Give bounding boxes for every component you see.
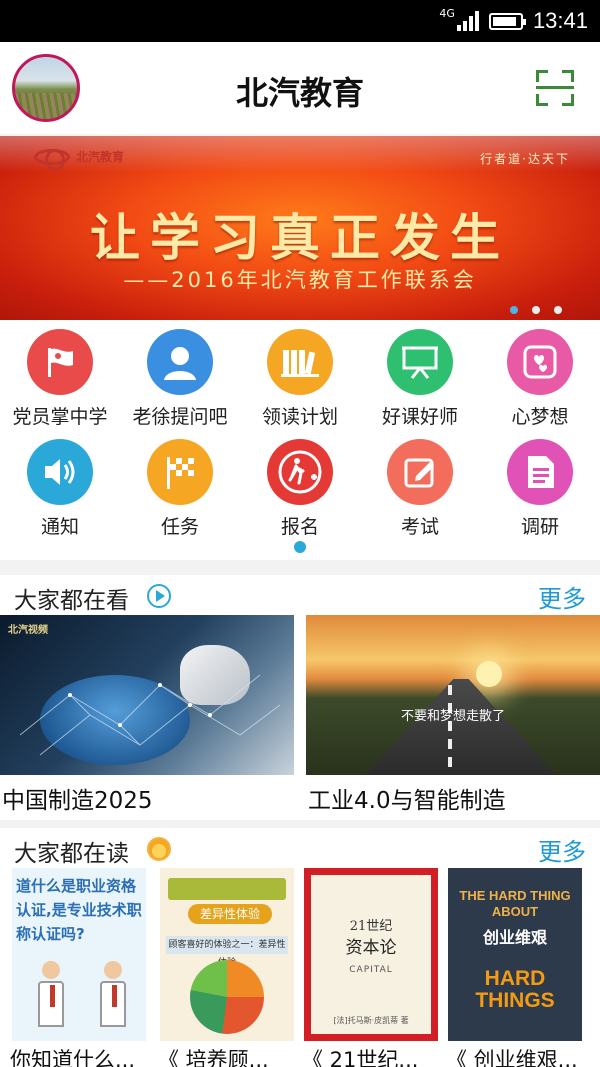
- speaker-icon[interactable]: [27, 439, 93, 505]
- function-item[interactable]: 党员掌中学: [0, 323, 120, 431]
- section-title-reading: 大家都在读: [14, 841, 129, 867]
- function-item[interactable]: 领读计划: [240, 323, 360, 431]
- video-thumbnail[interactable]: 北汽视频: [0, 615, 294, 775]
- section-watching-header: 大家都在看 更多: [0, 575, 600, 617]
- function-label: 调研: [520, 516, 559, 538]
- banner-headline: 让学习真正发生: [90, 208, 510, 267]
- banner-carousel[interactable]: 北汽教育 行者道·达天下 让学习真正发生 ——2016年北汽教育工作联系会: [0, 136, 600, 320]
- function-label: 报名: [280, 516, 319, 538]
- function-item[interactable]: 心梦想: [480, 323, 600, 431]
- video-title[interactable]: 中国制造2025: [2, 781, 153, 815]
- hearts-icon[interactable]: [507, 329, 573, 395]
- app-header: 北汽教育: [0, 42, 600, 134]
- carousel-dot: [554, 306, 562, 314]
- baic-logo-icon: [34, 148, 70, 171]
- walk-plus-icon[interactable]: [267, 439, 333, 505]
- function-item[interactable]: 报名: [240, 433, 360, 541]
- carousel-indicator: [510, 306, 562, 314]
- function-label: 心梦想: [511, 406, 569, 428]
- play-icon: [147, 584, 171, 608]
- function-item[interactable]: 老徐提问吧: [120, 323, 240, 431]
- book-cover[interactable]: THE HARD THING ABOUT 创业维艰 HARD THINGS: [448, 868, 582, 1041]
- function-label: 老徐提问吧: [132, 406, 228, 428]
- checkered-flag-icon[interactable]: [147, 439, 213, 505]
- thumbnail-caption: 不要和梦想走散了: [400, 709, 505, 724]
- book-cover[interactable]: 21世纪 资本论 CAPITAL [法]托马斯·皮凯蒂 著: [304, 868, 438, 1041]
- presentation-icon[interactable]: [387, 329, 453, 395]
- function-label: 好课好师: [381, 406, 458, 428]
- function-item[interactable]: 好课好师: [360, 323, 480, 431]
- function-label: 通知: [40, 516, 79, 538]
- clock: 13:41: [532, 8, 588, 33]
- book-title[interactable]: 你知道什么...: [10, 1044, 135, 1067]
- edit-icon[interactable]: [387, 439, 453, 505]
- function-grid: 党员掌中学 老徐提问吧 领读计划 好课好师 心梦想通知 任务 报名 考试 调研: [0, 320, 600, 560]
- reading-list: 道什么是职业资格认证,是专业技术职称认证吗? 你知道什么... 差异性体验 顾客…: [0, 868, 600, 1067]
- watching-more-link[interactable]: 更多: [538, 579, 586, 614]
- function-item[interactable]: 任务: [120, 433, 240, 541]
- function-item[interactable]: 调研: [480, 433, 600, 541]
- video-title[interactable]: 工业4.0与智能制造: [308, 781, 506, 815]
- carousel-dot: [532, 306, 540, 314]
- section-reading-header: 大家都在读 更多: [0, 828, 600, 870]
- video-thumbnail[interactable]: 不要和梦想走散了: [306, 615, 600, 775]
- function-item[interactable]: 通知: [0, 433, 120, 541]
- book-cover[interactable]: 道什么是职业资格认证,是专业技术职称认证吗?: [12, 868, 146, 1041]
- books-icon[interactable]: [267, 329, 333, 395]
- function-label: 党员掌中学: [12, 406, 108, 428]
- network-type: 4G: [439, 6, 455, 20]
- person-icon[interactable]: [147, 329, 213, 395]
- function-item[interactable]: 考试: [360, 433, 480, 541]
- book-title[interactable]: 《 创业维艰...: [446, 1044, 578, 1067]
- signal-icon: [456, 11, 479, 31]
- watching-list: 北汽视频 中国制造2025 不要和梦想走散了 工业4.0与智能制造: [0, 615, 600, 820]
- sun-icon: [147, 837, 171, 861]
- function-label: 考试: [400, 516, 439, 538]
- function-label: 任务: [160, 516, 199, 538]
- book-title[interactable]: 《 培养顾...: [158, 1044, 269, 1067]
- carousel-dot: [510, 306, 518, 314]
- party-flag-icon[interactable]: [27, 329, 93, 395]
- function-label: 领读计划: [261, 406, 338, 428]
- banner-subline: ——2016年北汽教育工作联系会: [123, 268, 477, 292]
- app-title: 北汽教育: [235, 74, 364, 112]
- banner-logo: 北汽教育: [34, 148, 124, 171]
- reading-more-link[interactable]: 更多: [538, 832, 586, 867]
- book-cover[interactable]: 差异性体验 顾客喜好的体验之一：差异性体验: [160, 868, 294, 1041]
- battery-icon: [488, 12, 526, 30]
- status-bar: 4G 13:41: [0, 0, 600, 42]
- scan-icon[interactable]: [536, 70, 574, 106]
- banner-slogan: 行者道·达天下: [480, 152, 570, 166]
- document-icon[interactable]: [507, 439, 573, 505]
- section-title-watching: 大家都在看: [14, 588, 129, 614]
- book-title[interactable]: 《 21世纪...: [302, 1044, 418, 1067]
- grid-page-indicator: [294, 541, 306, 553]
